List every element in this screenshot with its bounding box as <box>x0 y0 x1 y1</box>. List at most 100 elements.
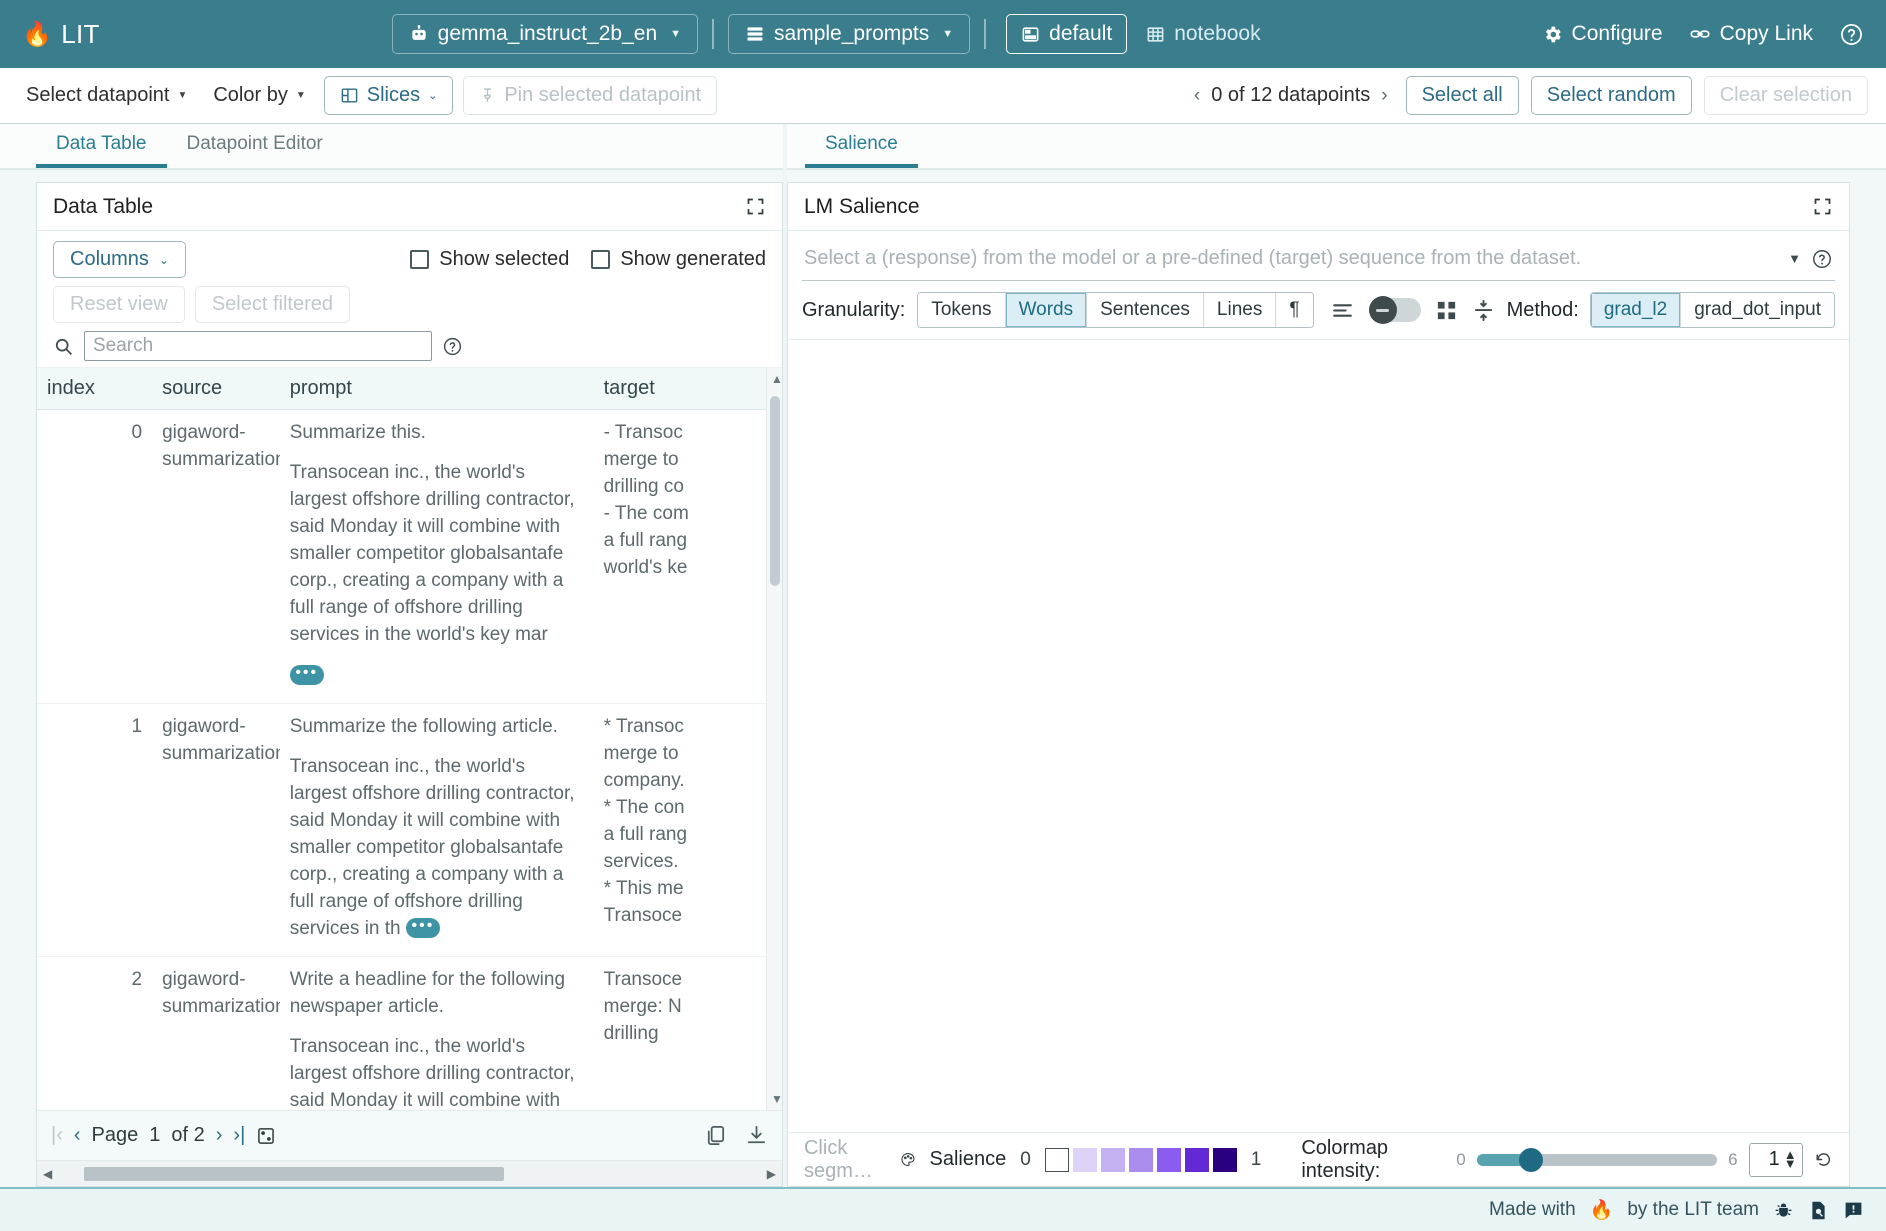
hscroll-thumb[interactable] <box>84 1167 504 1181</box>
show-selected-checkbox[interactable]: Show selected <box>410 248 569 271</box>
download-table-button[interactable] <box>745 1124 768 1147</box>
select-filtered-button[interactable]: Select filtered <box>195 286 350 323</box>
first-page-button[interactable]: |‹ <box>51 1124 63 1147</box>
chevron-down-icon: ▼ <box>177 90 187 101</box>
random-page-button[interactable] <box>256 1126 276 1146</box>
copy-link-button[interactable]: Copy Link <box>1689 22 1813 46</box>
column-header-target[interactable]: target <box>594 368 782 410</box>
help-circle-icon[interactable] <box>1811 248 1833 270</box>
column-header-source[interactable]: source <box>152 368 280 410</box>
next-page-button[interactable]: › <box>216 1124 223 1147</box>
text-lines-icon[interactable] <box>1330 298 1355 323</box>
vertical-compress-icon[interactable] <box>1472 299 1495 322</box>
cell-prompt: Summarize the following article. Transoc… <box>280 703 594 957</box>
search-input[interactable]: Search <box>84 331 432 361</box>
show-generated-checkbox[interactable]: Show generated <box>591 248 766 271</box>
scroll-up-arrow[interactable]: ▲ <box>771 372 782 386</box>
copy-table-button[interactable] <box>704 1124 727 1147</box>
select-random-button[interactable]: Select random <box>1531 76 1692 115</box>
granularity-option-lines[interactable]: Lines <box>1204 293 1276 327</box>
last-page-button[interactable]: ›| <box>233 1124 245 1147</box>
tab-data-table[interactable]: Data Table <box>36 127 167 168</box>
target-line: * This me <box>604 876 772 903</box>
table-row[interactable]: 0 gigaword-summarization Summarize this.… <box>37 410 782 704</box>
target-line: world's ke <box>604 555 772 582</box>
tab-datapoint-editor[interactable]: Datapoint Editor <box>167 127 343 168</box>
model-selector-chip[interactable]: gemma_instruct_2b_en ▼ <box>392 14 698 54</box>
select-all-button[interactable]: Select all <box>1406 76 1519 115</box>
pin-datapoint-button[interactable]: Pin selected datapoint <box>463 76 717 115</box>
app-brand: 🔥 LIT <box>22 19 100 50</box>
sequence-select[interactable]: Select a (response) from the model or a … <box>802 239 1835 281</box>
table-row[interactable]: 1 gigaword-summarization Summarize the f… <box>37 703 782 957</box>
prompt-line: Transocean inc., the world's largest off… <box>290 754 584 943</box>
colormap-intensity-slider[interactable] <box>1477 1154 1717 1166</box>
dataset-selector-chip[interactable]: sample_prompts ▼ <box>728 14 970 54</box>
column-header-prompt[interactable]: prompt <box>280 368 594 410</box>
color-by-dropdown[interactable]: Color by ▼ <box>205 80 313 111</box>
feedback-button[interactable] <box>1843 1200 1864 1221</box>
display-mode-toggle[interactable] <box>1369 298 1421 322</box>
grid-view-icon[interactable] <box>1435 299 1458 322</box>
prev-page-button[interactable]: ‹ <box>74 1124 81 1147</box>
table-horizontal-scrollbar[interactable]: ◀ ▶ <box>37 1160 782 1186</box>
colormap-intensity-input[interactable]: 1 ▲▼ <box>1749 1143 1803 1177</box>
next-datapoint-button[interactable]: › <box>1381 85 1387 107</box>
configure-label: Configure <box>1572 22 1663 46</box>
swatch-3 <box>1129 1148 1153 1172</box>
expand-module-button[interactable] <box>745 196 766 217</box>
layout-switcher: default notebook <box>1006 14 1275 54</box>
expand-text-badge[interactable]: ••• <box>290 665 324 685</box>
slices-icon <box>340 86 359 105</box>
stepper-arrows[interactable]: ▲▼ <box>1784 1151 1797 1167</box>
table-pagination: |‹ ‹ Page 1 of 2 › ›| <box>37 1110 782 1160</box>
pin-datapoint-label: Pin selected datapoint <box>504 84 701 107</box>
layout-button-notebook[interactable]: notebook <box>1131 14 1275 54</box>
granularity-option-tokens[interactable]: Tokens <box>918 293 1005 327</box>
reset-view-button[interactable]: Reset view <box>53 286 185 323</box>
report-bug-button[interactable] <box>1773 1200 1794 1221</box>
target-line: * The con <box>604 795 772 822</box>
granularity-option-words[interactable]: Words <box>1006 293 1088 327</box>
scroll-right-arrow[interactable]: ▶ <box>767 1167 776 1181</box>
clear-selection-button[interactable]: Clear selection <box>1704 76 1868 115</box>
help-circle-icon[interactable] <box>442 336 463 357</box>
column-header-index[interactable]: index <box>37 368 152 410</box>
slider-knob[interactable] <box>1519 1148 1543 1172</box>
tab-salience[interactable]: Salience <box>805 127 918 168</box>
cell-index: 2 <box>37 957 152 1110</box>
reset-icon[interactable] <box>1814 1148 1833 1171</box>
target-line: Transoce <box>604 903 772 930</box>
expand-module-button[interactable] <box>1812 196 1833 217</box>
method-option-grad-l2[interactable]: grad_l2 <box>1591 293 1681 327</box>
table-row[interactable]: 2 gigaword-summarization Write a headlin… <box>37 957 782 1110</box>
reset-view-label: Reset view <box>70 293 168 316</box>
palette-icon[interactable] <box>900 1148 916 1171</box>
select-datapoint-dropdown[interactable]: Select datapoint ▼ <box>18 80 195 111</box>
hscroll-track[interactable] <box>56 1167 763 1181</box>
granularity-option-paragraphs[interactable]: ¶ <box>1276 293 1312 327</box>
show-selected-label: Show selected <box>439 248 569 271</box>
target-line: merge: N <box>604 994 772 1021</box>
scroll-down-arrow[interactable]: ▼ <box>771 1092 782 1106</box>
dice-icon <box>256 1126 276 1146</box>
help-button[interactable] <box>1839 22 1864 47</box>
scroll-left-arrow[interactable]: ◀ <box>43 1167 52 1181</box>
toggle-knob <box>1369 296 1397 324</box>
columns-button[interactable]: Columns ⌄ <box>53 241 186 278</box>
method-option-grad-dot-input[interactable]: grad_dot_input <box>1681 293 1834 327</box>
chevron-down-icon[interactable]: ▼ <box>1788 251 1811 266</box>
slices-button[interactable]: Slices ⌄ <box>324 76 454 115</box>
cell-target: Transoce merge: N drilling <box>594 957 782 1110</box>
expand-text-badge[interactable]: ••• <box>406 918 440 938</box>
documentation-button[interactable] <box>1808 1200 1829 1221</box>
layout-notebook-icon <box>1146 25 1165 44</box>
granularity-option-sentences[interactable]: Sentences <box>1087 293 1204 327</box>
layout-button-default[interactable]: default <box>1006 14 1127 54</box>
app-bar-actions: Configure Copy Link <box>1542 22 1864 47</box>
prev-datapoint-button[interactable]: ‹ <box>1194 85 1200 107</box>
colormap-intensity-group: Colormap intensity: 0 6 1 ▲▼ <box>1301 1137 1833 1183</box>
scrollbar-thumb[interactable] <box>770 396 780 586</box>
table-vertical-scrollbar[interactable]: ▲ ▼ <box>766 368 782 1110</box>
configure-button[interactable]: Configure <box>1542 22 1663 46</box>
